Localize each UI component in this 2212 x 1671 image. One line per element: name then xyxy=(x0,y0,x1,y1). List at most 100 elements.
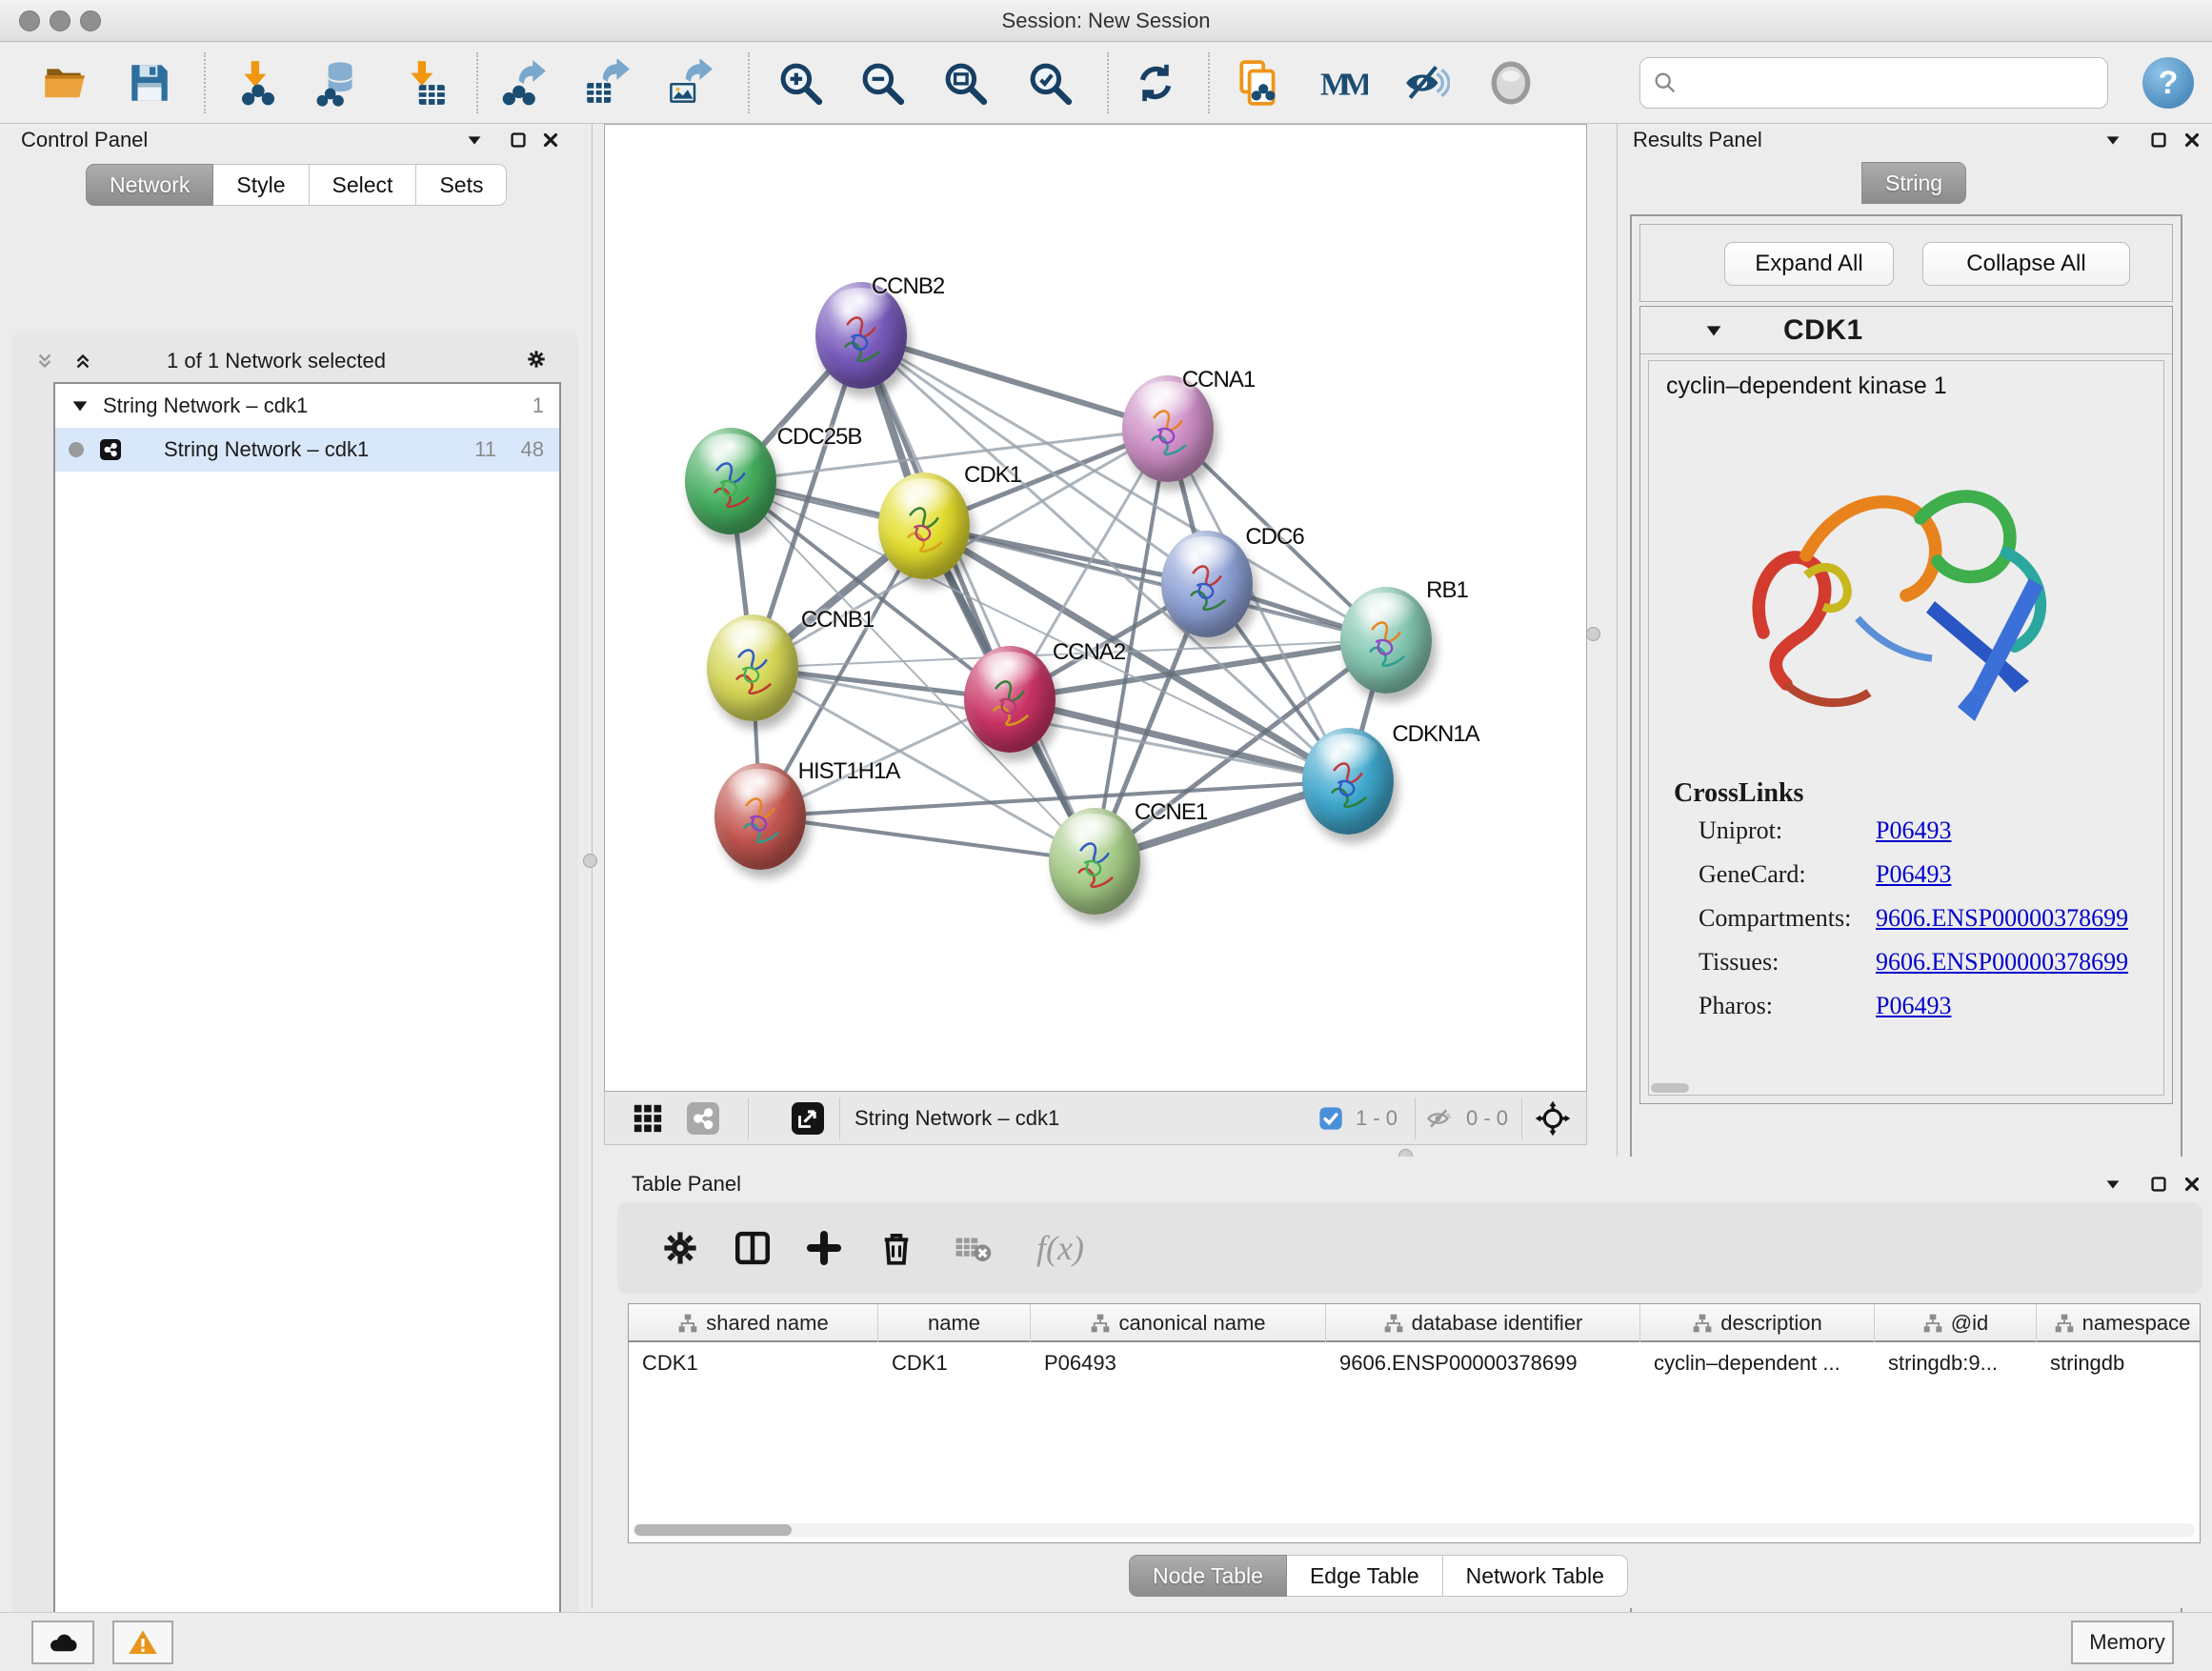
node-RB1[interactable] xyxy=(1340,587,1432,694)
import-network-file-button[interactable] xyxy=(231,56,285,110)
share-icon-gray xyxy=(687,1102,719,1135)
panel-float-button[interactable] xyxy=(2144,126,2173,154)
memory-button[interactable]: Memory xyxy=(2071,1621,2174,1664)
first-neighbors-button[interactable]: MM xyxy=(1317,56,1371,110)
panel-float-button[interactable] xyxy=(504,126,533,154)
panel-menu-button[interactable] xyxy=(2099,126,2127,154)
column-header-name[interactable]: name xyxy=(878,1304,1031,1342)
column-header-canonical-name[interactable]: canonical name xyxy=(1031,1304,1326,1342)
expand-all-button[interactable]: Expand All xyxy=(1724,242,1894,286)
panel-close-button[interactable] xyxy=(536,126,565,154)
birds-eye-view-button[interactable] xyxy=(1535,1101,1571,1136)
tab-string[interactable]: String xyxy=(1861,162,1966,204)
export-table-button[interactable] xyxy=(580,56,633,110)
crosslink-link[interactable]: P06493 xyxy=(1876,816,1951,845)
zoom-in-button[interactable] xyxy=(774,56,827,110)
mini-scrollbar-thumb[interactable] xyxy=(1651,1083,1689,1093)
panel-menu-button[interactable] xyxy=(2099,1170,2127,1198)
splitter-handle[interactable] xyxy=(1586,627,1600,641)
tab-sets[interactable]: Sets xyxy=(416,164,507,206)
show-all-button[interactable] xyxy=(1484,56,1538,110)
table-cell[interactable]: CDK1 xyxy=(878,1344,1031,1382)
delete-table-button[interactable] xyxy=(950,1225,995,1271)
node-label-CCNE1: CCNE1 xyxy=(1135,799,1207,826)
save-session-button[interactable] xyxy=(123,56,176,110)
open-in-string-button[interactable] xyxy=(792,1101,824,1136)
tab-style[interactable]: Style xyxy=(213,164,309,206)
table-cell[interactable]: stringdb xyxy=(2037,1344,2201,1382)
collapse-all-button[interactable]: Collapse All xyxy=(1922,242,2130,286)
panel-close-button[interactable] xyxy=(2178,126,2206,154)
tab-select[interactable]: Select xyxy=(310,164,417,206)
crosslink-link[interactable]: 9606.ENSP00000378699 xyxy=(1876,904,2128,933)
edge-CCNE1-HIST1H1A[interactable] xyxy=(760,816,1095,861)
open-session-button[interactable] xyxy=(38,56,91,110)
search-input[interactable] xyxy=(1686,70,2096,96)
column-header-database-identifier[interactable]: database identifier xyxy=(1326,1304,1640,1342)
table-row[interactable]: CDK1CDK1P064939606.ENSP00000378699cyclin… xyxy=(629,1344,2201,1382)
edge-CCNB2-CCNA1[interactable] xyxy=(861,335,1168,429)
tab-network-table[interactable]: Network Table xyxy=(1443,1555,1628,1597)
node-CDC6[interactable] xyxy=(1161,531,1253,637)
node-CDC25B[interactable] xyxy=(685,428,776,534)
string-view-button[interactable] xyxy=(687,1101,719,1136)
import-network-database-button[interactable] xyxy=(312,56,365,110)
column-header-@id[interactable]: @id xyxy=(1875,1304,2037,1342)
node-CCNB1[interactable] xyxy=(707,614,798,721)
hidden-eye-icon xyxy=(1426,1104,1455,1133)
network-canvas[interactable]: CCNB2CCNA1CDC25BCDK1CDC6RB1CCNB1CCNA2CDK… xyxy=(604,124,1587,1092)
zoom-out-button[interactable] xyxy=(855,56,909,110)
tab-network[interactable]: Network xyxy=(86,164,213,206)
crosslink-link[interactable]: P06493 xyxy=(1876,860,1951,889)
show-column-button[interactable] xyxy=(730,1225,775,1271)
panel-float-button[interactable] xyxy=(2144,1170,2173,1198)
network-row-selected[interactable]: String Network – cdk1 11 48 xyxy=(55,428,559,472)
crosslink-link[interactable]: P06493 xyxy=(1876,992,1951,1020)
node-CDKN1A[interactable] xyxy=(1302,728,1394,835)
splitter-handle[interactable] xyxy=(583,854,597,868)
panel-menu-button[interactable] xyxy=(460,126,489,154)
scrollbar-thumb[interactable] xyxy=(634,1524,792,1536)
cloud-button[interactable] xyxy=(31,1621,94,1664)
network-options-gear-icon[interactable] xyxy=(522,345,551,373)
delete-table-icon xyxy=(953,1228,993,1268)
gene-section-header[interactable]: CDK1 xyxy=(1640,307,2172,354)
import-table-file-button[interactable] xyxy=(398,56,452,110)
panel-close-button[interactable] xyxy=(2178,1170,2206,1198)
hidden-toggle[interactable] xyxy=(1426,1101,1455,1136)
zoom-selected-button[interactable] xyxy=(1023,56,1076,110)
column-header-shared-name[interactable]: shared name xyxy=(629,1304,878,1342)
table-cell[interactable]: P06493 xyxy=(1031,1344,1326,1382)
table-cell[interactable]: stringdb:9... xyxy=(1875,1344,2037,1382)
table-cell[interactable]: cyclin–dependent ... xyxy=(1640,1344,1875,1382)
zoom-fit-button[interactable] xyxy=(938,56,992,110)
clone-network-button[interactable] xyxy=(1233,56,1286,110)
section-collapse-icon[interactable] xyxy=(1699,316,1728,345)
column-header-namespace[interactable]: namespace xyxy=(2037,1304,2201,1342)
table-cell[interactable]: CDK1 xyxy=(629,1344,878,1382)
table-cell[interactable]: 9606.ENSP00000378699 xyxy=(1326,1344,1640,1382)
network-collection-row[interactable]: String Network – cdk1 1 xyxy=(55,384,559,428)
node-HIST1H1A[interactable] xyxy=(714,763,806,870)
export-image-button[interactable] xyxy=(663,56,716,110)
grid-view-button[interactable] xyxy=(632,1101,664,1136)
node-CCNE1[interactable] xyxy=(1049,808,1140,915)
tab-node-table[interactable]: Node Table xyxy=(1129,1555,1287,1597)
hide-selected-button[interactable] xyxy=(1399,56,1453,110)
refresh-view-button[interactable] xyxy=(1129,56,1182,110)
table-settings-button[interactable] xyxy=(657,1225,703,1271)
tree-expand-icon[interactable] xyxy=(69,392,91,420)
export-network-button[interactable] xyxy=(498,56,552,110)
selected-checkbox[interactable] xyxy=(1317,1101,1344,1136)
table-horizontal-scrollbar[interactable] xyxy=(633,1523,2195,1537)
warnings-button[interactable] xyxy=(112,1621,173,1664)
crosslink-link[interactable]: 9606.ENSP00000378699 xyxy=(1876,948,2128,976)
help-button[interactable]: ? xyxy=(2142,57,2194,109)
create-column-button[interactable] xyxy=(801,1225,847,1271)
node-CDK1[interactable] xyxy=(878,473,970,579)
function-builder-button[interactable]: f(x) xyxy=(1013,1225,1108,1271)
column-header-description[interactable]: description xyxy=(1640,1304,1875,1342)
tab-edge-table[interactable]: Edge Table xyxy=(1287,1555,1443,1597)
node-CCNA2[interactable] xyxy=(964,646,1056,753)
delete-column-button[interactable] xyxy=(874,1225,919,1271)
